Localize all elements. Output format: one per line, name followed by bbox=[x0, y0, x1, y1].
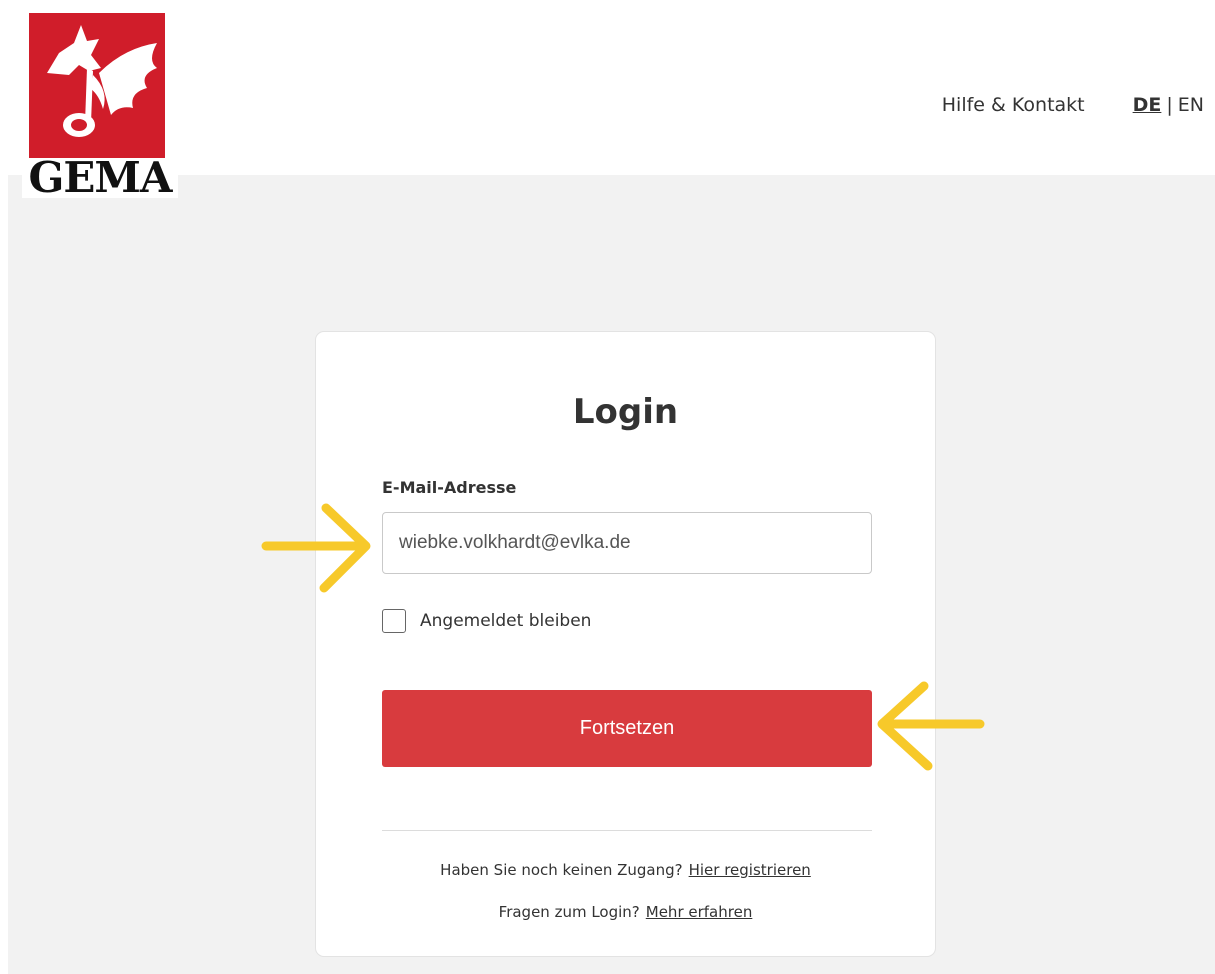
register-line: Haben Sie noch keinen Zugang? Hier regist… bbox=[316, 861, 935, 879]
faq-prompt: Fragen zum Login? bbox=[498, 903, 640, 921]
language-de-link[interactable]: DE bbox=[1133, 94, 1162, 116]
remember-me-label: Angemeldet bleiben bbox=[420, 611, 592, 631]
pegasus-emblem-icon bbox=[29, 13, 165, 158]
language-en-link[interactable]: EN bbox=[1178, 94, 1204, 116]
faq-line: Fragen zum Login? Mehr erfahren bbox=[316, 903, 935, 921]
language-separator: | bbox=[1166, 94, 1173, 116]
email-input[interactable] bbox=[382, 512, 872, 574]
top-navigation: Hilfe & Kontakt DE | EN bbox=[942, 94, 1204, 116]
register-link[interactable]: Hier registrieren bbox=[689, 861, 811, 879]
login-card: Login E-Mail-Adresse Angemeldet bleiben … bbox=[315, 331, 936, 957]
register-prompt: Haben Sie noch keinen Zugang? bbox=[440, 861, 683, 879]
remember-me-option[interactable]: Angemeldet bleiben bbox=[382, 609, 591, 633]
yellow-arrow-icon bbox=[261, 503, 371, 593]
logo-wordmark: GEMA bbox=[28, 153, 173, 202]
divider bbox=[382, 830, 872, 831]
continue-button[interactable]: Fortsetzen bbox=[382, 690, 872, 767]
gema-logo[interactable]: GEMA bbox=[22, 13, 178, 202]
remember-me-checkbox[interactable] bbox=[382, 609, 406, 633]
faq-link[interactable]: Mehr erfahren bbox=[646, 903, 753, 921]
yellow-arrow-icon bbox=[877, 681, 985, 771]
help-contact-link[interactable]: Hilfe & Kontakt bbox=[942, 94, 1085, 116]
email-label: E-Mail-Adresse bbox=[382, 478, 517, 497]
login-title: Login bbox=[572, 392, 679, 432]
